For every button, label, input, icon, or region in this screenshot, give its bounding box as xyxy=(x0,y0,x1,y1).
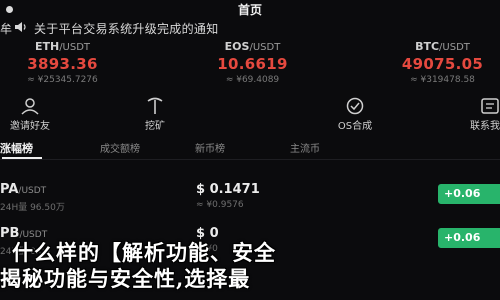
ticker-card[interactable]: ETH/USDT 3893.36 ≈ ¥25345.7276 xyxy=(0,40,125,95)
tab-mainstream[interactable]: 主流币 xyxy=(290,140,320,155)
ticker-strip: ETH/USDT 3893.36 ≈ ¥25345.7276 EOS/USDT … xyxy=(0,40,500,95)
ticker-base: BTC xyxy=(415,40,440,53)
status-bar: 首页 xyxy=(0,0,500,20)
ticker-rmb: ≈ ¥25345.7276 xyxy=(27,75,98,85)
market-row[interactable]: PA/USDT 24H量 96.50万 $ 0.1471 ≈ ¥0.9576 +… xyxy=(0,180,500,216)
ticker-base: EOS xyxy=(224,40,250,53)
ticker-rmb: ≈ ¥319478.58 xyxy=(410,75,475,85)
ticker-price: 10.6619 xyxy=(217,55,288,73)
row-change-badge: +0.06 xyxy=(438,184,500,204)
shortcut-label: OS合成 xyxy=(337,121,373,132)
announcement-lead: 牟 xyxy=(0,22,13,36)
speaker-icon xyxy=(15,22,26,32)
ticker-price: 3893.36 xyxy=(27,55,98,73)
page-title: 首页 xyxy=(237,3,262,17)
shortcut-label: 邀请好友 xyxy=(10,121,50,132)
row-pair: PA/USDT xyxy=(0,182,46,197)
ticker-quote: /USDT xyxy=(439,42,470,53)
row-quote: /USDT xyxy=(18,186,47,196)
overlay-headline-line2: 揭秘功能与安全性,选择最 xyxy=(0,266,251,291)
ticker-base: ETH xyxy=(34,40,60,53)
ticker-card[interactable]: BTC/USDT 49075.05 ≈ ¥319478.58 xyxy=(380,40,500,95)
tab-new-coins[interactable]: 新币榜 xyxy=(195,140,225,155)
shortcut-mining[interactable]: 挖矿 xyxy=(105,95,205,135)
ticker-card[interactable]: EOS/USDT 10.6619 ≈ ¥69.4089 xyxy=(190,40,315,95)
row-volume: 24H量 96.50万 xyxy=(0,203,65,213)
shortcut-label: 挖矿 xyxy=(145,121,165,132)
shortcut-label: 联系我们 xyxy=(470,121,500,132)
ticker-pair: EOS/USDT xyxy=(190,40,315,53)
shortcut-contact[interactable]: 联系我们 xyxy=(440,95,500,135)
tab-gainers[interactable]: 涨幅榜 xyxy=(0,140,33,156)
row-price: $ 0.1471 xyxy=(196,182,260,197)
ticker-pair: ETH/USDT xyxy=(0,40,125,53)
invite-icon xyxy=(21,98,39,115)
shortcut-os-merge[interactable]: OS合成 xyxy=(305,95,405,135)
announcement-bar[interactable]: 牟 关于平台交易系统升级完成的通知 xyxy=(0,18,500,38)
shortcut-row: 邀请好友 挖矿 OS合成 联系我们 xyxy=(0,95,500,135)
announcement-text: 关于平台交易系统升级完成的通知 xyxy=(34,22,219,36)
contact-icon xyxy=(481,98,499,114)
row-rmb: ≈ ¥0.9576 xyxy=(196,200,244,210)
ticker-quote: /USDT xyxy=(59,42,91,53)
ticker-quote: /USDT xyxy=(249,42,281,53)
row-base: PA xyxy=(0,182,19,197)
active-tab-indicator xyxy=(2,157,42,159)
market-tabs: 涨幅榜 成交额榜 新币榜 主流币 xyxy=(0,138,500,160)
shortcut-invite[interactable]: 邀请好友 xyxy=(0,95,80,135)
ticker-pair: BTC/USDT xyxy=(380,40,500,53)
ticker-price: 49075.05 xyxy=(401,55,484,73)
mining-icon xyxy=(147,97,163,114)
os-merge-icon xyxy=(346,97,364,115)
tab-turnover[interactable]: 成交额榜 xyxy=(100,140,140,155)
ticker-rmb: ≈ ¥69.4089 xyxy=(225,75,280,85)
